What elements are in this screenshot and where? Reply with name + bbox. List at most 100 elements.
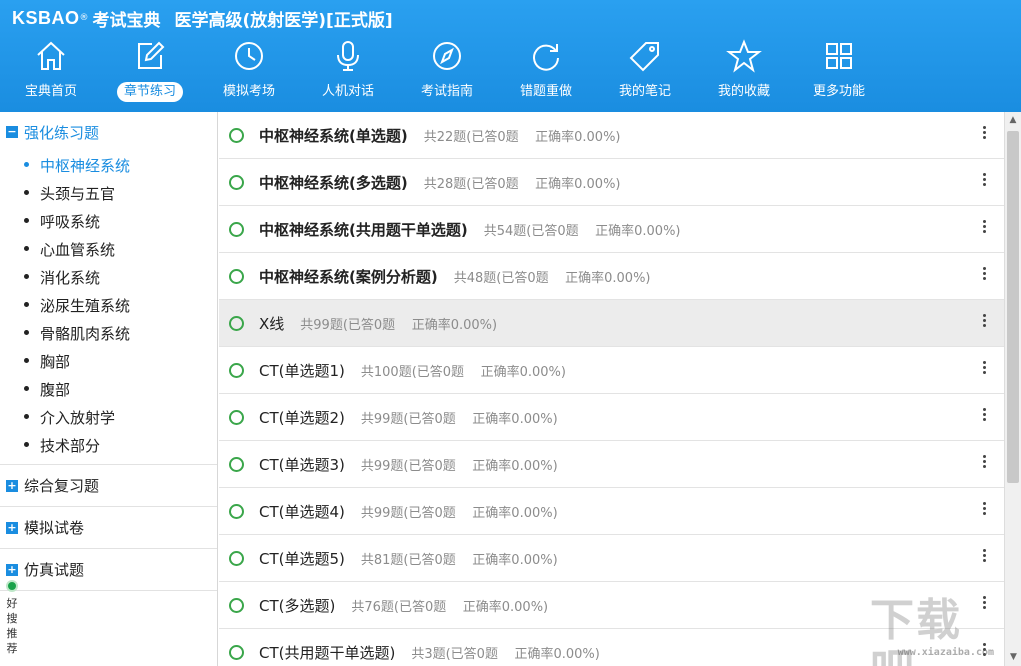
nav-notes[interactable]: 我的笔记 — [600, 34, 690, 108]
sidebar-item[interactable]: 头颈与五官 — [0, 180, 217, 208]
nav-home[interactable]: 宝典首页 — [6, 34, 96, 108]
bullet-icon — [24, 386, 29, 391]
more-options-icon[interactable] — [978, 312, 990, 332]
nav-chapter-practice[interactable]: 章节练习 — [105, 34, 195, 108]
sidebar-sublist: 中枢神经系统 头颈与五官 呼吸系统 心血管系统 消化系统 泌尿生殖系统 骨骼肌肉… — [0, 152, 217, 465]
nav-guide[interactable]: 考试指南 — [402, 34, 492, 108]
nav-dialogue[interactable]: 人机对话 — [303, 34, 393, 108]
scroll-thumb[interactable] — [1007, 131, 1019, 483]
item-name: X线 — [259, 314, 285, 333]
item-name: CT(单选题4) — [259, 502, 345, 521]
item-stat: 共48题(已答0题 正确率0.00%) — [453, 270, 651, 286]
refresh-icon — [533, 44, 559, 71]
more-options-icon[interactable] — [978, 406, 990, 426]
sidebar-item-label: 骨骼肌肉系统 — [40, 325, 131, 343]
scroll-down-icon[interactable]: ▼ — [1005, 649, 1021, 666]
bullet-icon — [24, 302, 29, 307]
more-options-icon[interactable] — [978, 359, 990, 379]
sidebar: − 强化练习题 中枢神经系统 头颈与五官 呼吸系统 心血管系统 消化系统 泌尿生… — [0, 112, 218, 666]
status-circle-icon — [229, 456, 244, 472]
more-options-icon[interactable] — [978, 171, 990, 191]
more-options-icon[interactable] — [978, 218, 990, 238]
sidebar-item[interactable]: 呼吸系统 — [0, 208, 217, 236]
sidebar-item[interactable]: 骨骼肌肉系统 — [0, 320, 217, 348]
sidebar-item-label: 技术部分 — [40, 437, 101, 455]
expand-icon[interactable]: + — [6, 479, 18, 492]
sidebar-item[interactable]: 心血管系统 — [0, 236, 217, 264]
nav-redo-wrong[interactable]: 错题重做 — [501, 34, 591, 108]
sidebar-item[interactable]: 腹部 — [0, 376, 217, 404]
sidebar-group-intensive[interactable]: − 强化练习题 — [0, 112, 217, 152]
sidebar-group-label: 强化练习题 — [24, 123, 100, 142]
item-name: CT(多选题) — [259, 596, 336, 615]
item-stat: 共3题(已答0题 正确率0.00%) — [411, 646, 600, 662]
nav-label: 宝典首页 — [24, 84, 77, 99]
list-item[interactable]: 中枢神经系统(案例分析题) 共48题(已答0题 正确率0.00%) — [219, 253, 1004, 300]
sidebar-item-label: 头颈与五官 — [40, 185, 116, 203]
scroll-up-icon[interactable]: ▲ — [1005, 112, 1021, 129]
recommend-widget[interactable]: 好搜推荐 — [2, 580, 22, 656]
item-stat: 共54题(已答0题 正确率0.00%) — [483, 223, 681, 239]
list-item[interactable]: CT(单选题3) 共99题(已答0题 正确率0.00%) — [219, 441, 1004, 488]
collapse-icon[interactable]: − — [6, 126, 18, 138]
status-circle-icon — [229, 503, 244, 519]
status-circle-icon — [229, 221, 244, 237]
brand-logo: KSBAO — [12, 7, 80, 28]
nav-favorites[interactable]: 我的收藏 — [699, 34, 789, 108]
expand-icon[interactable]: + — [6, 563, 18, 576]
sidebar-item-label: 心血管系统 — [40, 241, 116, 259]
status-dot-icon — [6, 580, 18, 592]
list-item[interactable]: CT(单选题2) 共99题(已答0题 正确率0.00%) — [219, 394, 1004, 441]
bullet-icon — [24, 190, 29, 195]
sidebar-item[interactable]: 胸部 — [0, 348, 217, 376]
sidebar-item-label: 腹部 — [40, 381, 71, 399]
sidebar-item-label: 消化系统 — [40, 269, 101, 287]
bullet-icon — [24, 358, 29, 363]
status-circle-icon — [229, 550, 244, 566]
sidebar-item[interactable]: 中枢神经系统 — [0, 152, 217, 180]
sidebar-group-mock-paper[interactable]: + 模拟试卷 — [0, 507, 217, 549]
status-circle-icon — [229, 597, 244, 613]
item-name: CT(单选题2) — [259, 408, 345, 427]
sidebar-group-label: 仿真试题 — [24, 561, 85, 579]
list-item[interactable]: 中枢神经系统(单选题) 共22题(已答0题 正确率0.00%) — [219, 112, 1004, 159]
more-options-icon[interactable] — [978, 124, 990, 144]
expand-icon[interactable]: + — [6, 521, 18, 534]
sidebar-item[interactable]: 技术部分 — [0, 432, 217, 460]
list-item[interactable]: 中枢神经系统(多选题) 共28题(已答0题 正确率0.00%) — [219, 159, 1004, 206]
brand-logo-cn: 考试宝典 — [92, 10, 161, 31]
sidebar-group-simulation[interactable]: + 仿真试题 — [0, 549, 217, 591]
bullet-icon — [24, 274, 29, 279]
status-circle-icon — [229, 268, 244, 284]
sidebar-group-label: 模拟试卷 — [24, 519, 85, 537]
item-stat: 共22题(已答0题 正确率0.00%) — [423, 129, 621, 145]
more-options-icon[interactable] — [978, 453, 990, 473]
list-item[interactable]: CT(单选题5) 共81题(已答0题 正确率0.00%) — [219, 535, 1004, 582]
item-stat: 共99题(已答0题 正确率0.00%) — [360, 505, 558, 521]
grid-icon — [826, 43, 852, 69]
nav-label: 人机对话 — [321, 84, 374, 99]
sidebar-group-review[interactable]: + 综合复习题 — [0, 465, 217, 507]
nav-more[interactable]: 更多功能 — [794, 34, 884, 108]
more-options-icon[interactable] — [978, 500, 990, 520]
sidebar-item-label: 呼吸系统 — [40, 213, 101, 231]
sidebar-item[interactable]: 消化系统 — [0, 264, 217, 292]
sidebar-item[interactable]: 泌尿生殖系统 — [0, 292, 217, 320]
main-nav: 宝典首页 章节练习 模拟考场 人机对话 考试指南 错题重做 我的笔记 我的收藏 — [0, 34, 900, 112]
nav-mock-exam[interactable]: 模拟考场 — [204, 34, 294, 108]
list-item[interactable]: X线 共99题(已答0题 正确率0.00%) — [219, 300, 1004, 347]
nav-label: 章节练习 — [116, 82, 183, 102]
microphone-icon — [337, 41, 359, 71]
edit-icon — [138, 41, 165, 69]
list-item[interactable]: CT(单选题1) 共100题(已答0题 正确率0.00%) — [219, 347, 1004, 394]
bullet-icon — [24, 162, 29, 167]
list-item[interactable]: CT(单选题4) 共99题(已答0题 正确率0.00%) — [219, 488, 1004, 535]
status-circle-icon — [229, 315, 244, 331]
more-options-icon[interactable] — [978, 265, 990, 285]
more-options-icon[interactable] — [978, 547, 990, 567]
vertical-scrollbar[interactable]: ▲ ▼ — [1004, 112, 1021, 666]
list-item[interactable]: 中枢神经系统(共用题干单选题) 共54题(已答0题 正确率0.00%) — [219, 206, 1004, 253]
sidebar-item[interactable]: 介入放射学 — [0, 404, 217, 432]
status-circle-icon — [229, 174, 244, 190]
recommend-label: 好搜推荐 — [6, 597, 18, 655]
